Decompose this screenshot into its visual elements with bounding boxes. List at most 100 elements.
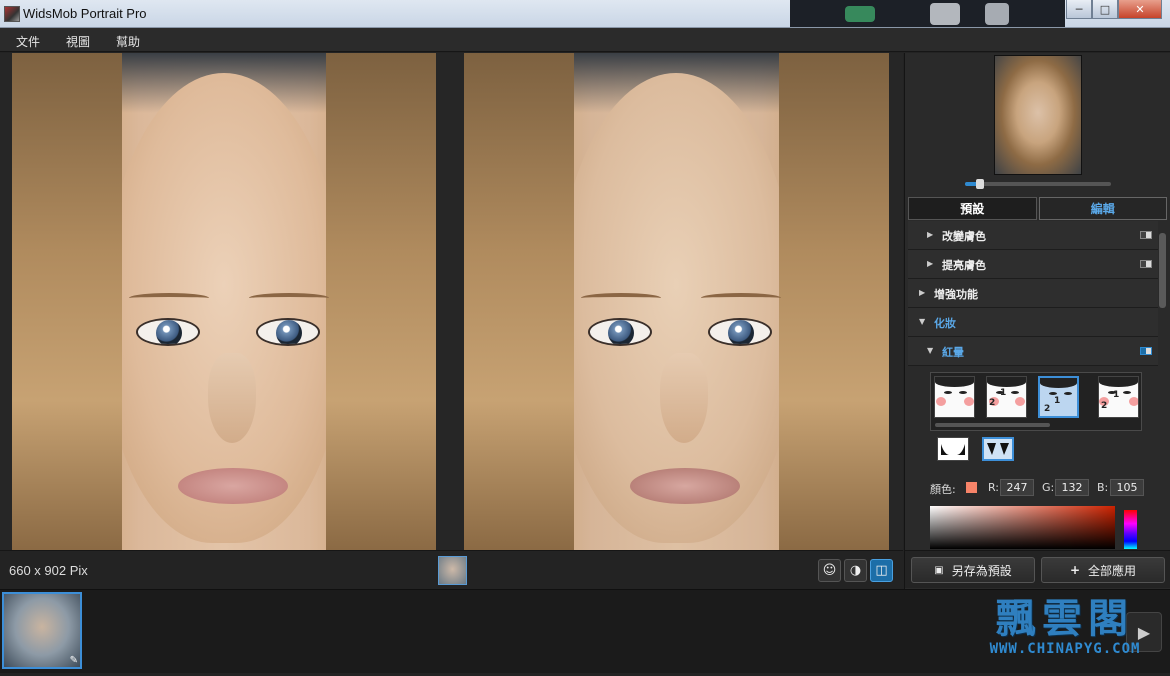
- minimize-button[interactable]: ─: [1066, 0, 1092, 19]
- blush-shape-sharp-button[interactable]: [982, 437, 1014, 461]
- blush-shape-sharp-icon: [987, 443, 1009, 455]
- menu-bar: 文件 視圖 幫助: [0, 28, 1170, 52]
- apply-all-label: 全部應用: [1088, 563, 1137, 578]
- zoom-slider[interactable]: [965, 179, 1111, 189]
- pencil-icon: ✎: [69, 655, 78, 666]
- section-toggle[interactable]: [1140, 260, 1152, 268]
- blush-step-number: 2: [1101, 401, 1108, 411]
- edit-panel: 預設 編輯 ▶ 改變膚色 ▶ 提亮膚色 ▶ 增強功能 ▼ 化妝 ▼ 紅暈 1 2…: [904, 53, 1170, 589]
- g-label: G:: [1042, 481, 1055, 494]
- blush-style-option[interactable]: 1 2: [1098, 376, 1139, 418]
- filmstrip: ✎ ▶ 飄雲閣 WWW.CHINAPYG.COM: [0, 589, 1170, 673]
- title-bar-background: [790, 0, 1065, 27]
- app-icon: [4, 6, 20, 22]
- blush-style-option[interactable]: [934, 376, 975, 418]
- blush-step-number: 1: [1113, 390, 1120, 400]
- apply-all-button[interactable]: + 全部應用: [1041, 557, 1165, 583]
- panel-scrollbar[interactable]: [1159, 233, 1166, 308]
- app-window: WidsMob Portrait Pro ─ □ ✕ 文件 視圖 幫助 660 …: [0, 0, 1170, 676]
- section-toggle[interactable]: [1140, 231, 1152, 239]
- filmstrip-thumbnail[interactable]: ✎: [2, 592, 82, 669]
- blush-step-number: 1: [1000, 388, 1007, 398]
- chevron-right-icon: ▶: [927, 259, 934, 268]
- hue-slider[interactable]: [1124, 510, 1137, 549]
- eye: [136, 318, 200, 346]
- blush-step-number: 2: [1044, 404, 1051, 414]
- image-dimensions: 660 x 902 Pix: [9, 563, 88, 578]
- section-enhance[interactable]: ▶ 增強功能: [908, 279, 1158, 308]
- title-bar: WidsMob Portrait Pro ─ □ ✕: [0, 0, 1170, 28]
- tab-presets[interactable]: 預設: [908, 197, 1037, 220]
- blush-color-row: 顏色: R: 247 G: 132 B: 105: [930, 479, 1165, 497]
- chevron-right-icon: ▶: [927, 230, 934, 239]
- lips: [630, 468, 740, 504]
- save-icon: ▣: [934, 564, 944, 576]
- color-picker-field[interactable]: [930, 506, 1115, 549]
- section-label: 增強功能: [934, 288, 978, 301]
- lips: [178, 468, 288, 504]
- menu-file[interactable]: 文件: [16, 33, 40, 50]
- maximize-button[interactable]: □: [1092, 0, 1118, 19]
- blush-style-picker: 1 2 1 2 1 2: [930, 372, 1142, 431]
- save-preset-button[interactable]: ▣ 另存為預設: [911, 557, 1035, 583]
- maximize-icon: □: [1099, 2, 1111, 16]
- panel-footer: ▣ 另存為預設 + 全部應用: [904, 550, 1170, 588]
- navigator-preview[interactable]: [994, 55, 1082, 175]
- blush-step-number: 1: [1054, 396, 1061, 406]
- color-label: 顏色:: [930, 483, 956, 496]
- smiley-icon: ☺: [822, 563, 837, 578]
- watermark: 飄雲閣 WWW.CHINAPYG.COM: [965, 595, 1165, 658]
- minimize-icon: ─: [1075, 2, 1083, 16]
- blush-shape-soft-icon: [941, 444, 965, 455]
- watermark-title: 飄雲閣: [996, 595, 1134, 642]
- tab-edit[interactable]: 編輯: [1038, 197, 1167, 220]
- menu-view[interactable]: 視圖: [66, 33, 90, 50]
- section-label: 紅暈: [942, 346, 964, 359]
- section-list: ▶ 改變膚色 ▶ 提亮膚色 ▶ 增強功能 ▼ 化妝 ▼ 紅暈: [908, 221, 1158, 366]
- watermark-url: WWW.CHINAPYG.COM: [989, 641, 1141, 657]
- blush-step-number: 2: [989, 398, 996, 408]
- chevron-down-icon: ▼: [927, 346, 934, 355]
- plus-icon: +: [1069, 563, 1081, 577]
- blush-style-scrollbar[interactable]: [935, 423, 1050, 427]
- blush-shape-soft-button[interactable]: [937, 437, 969, 461]
- mask-button[interactable]: ◑: [844, 559, 867, 582]
- red-input[interactable]: 247: [1000, 479, 1034, 496]
- green-input[interactable]: 132: [1055, 479, 1089, 496]
- split-view-button[interactable]: ◫: [870, 559, 893, 582]
- original-photo[interactable]: [12, 53, 436, 550]
- section-change-skin-tone[interactable]: ▶ 改變膚色: [908, 221, 1158, 250]
- photo-comparison-area: [0, 53, 903, 550]
- eye: [588, 318, 652, 346]
- status-bar: 660 x 902 Pix ☺ ◑ ◫: [0, 550, 903, 588]
- mask-icon: ◑: [849, 563, 862, 578]
- section-label: 化妝: [934, 317, 956, 330]
- compare-thumbnail-button[interactable]: [438, 556, 467, 585]
- chevron-right-icon: ▶: [919, 288, 926, 297]
- section-makeup[interactable]: ▼ 化妝: [908, 308, 1158, 337]
- section-label: 改變膚色: [942, 230, 986, 243]
- face-detect-button[interactable]: ☺: [818, 559, 841, 582]
- blush-style-option-selected[interactable]: 1 2: [1038, 376, 1079, 418]
- close-icon: ✕: [1135, 2, 1145, 16]
- section-brighten-skin[interactable]: ▶ 提亮膚色: [908, 250, 1158, 279]
- blush-style-option[interactable]: 1 2: [986, 376, 1027, 418]
- r-label: R:: [988, 481, 1000, 494]
- color-swatch[interactable]: [966, 482, 977, 493]
- menu-help[interactable]: 幫助: [116, 33, 140, 50]
- retouched-photo[interactable]: [464, 53, 889, 550]
- save-preset-label: 另存為預設: [951, 563, 1012, 578]
- section-toggle[interactable]: [1140, 347, 1152, 355]
- b-label: B:: [1097, 481, 1109, 494]
- zoom-slider-handle[interactable]: [975, 179, 984, 189]
- window-title: WidsMob Portrait Pro: [23, 6, 147, 21]
- blue-input[interactable]: 105: [1110, 479, 1144, 496]
- chevron-down-icon: ▼: [919, 317, 926, 326]
- close-button[interactable]: ✕: [1118, 0, 1162, 19]
- section-label: 提亮膚色: [942, 259, 986, 272]
- panel-tabs: 預設 編輯: [908, 197, 1167, 220]
- eye: [708, 318, 772, 346]
- section-blush[interactable]: ▼ 紅暈: [908, 337, 1158, 366]
- split-view-icon: ◫: [875, 563, 888, 578]
- eye: [256, 318, 320, 346]
